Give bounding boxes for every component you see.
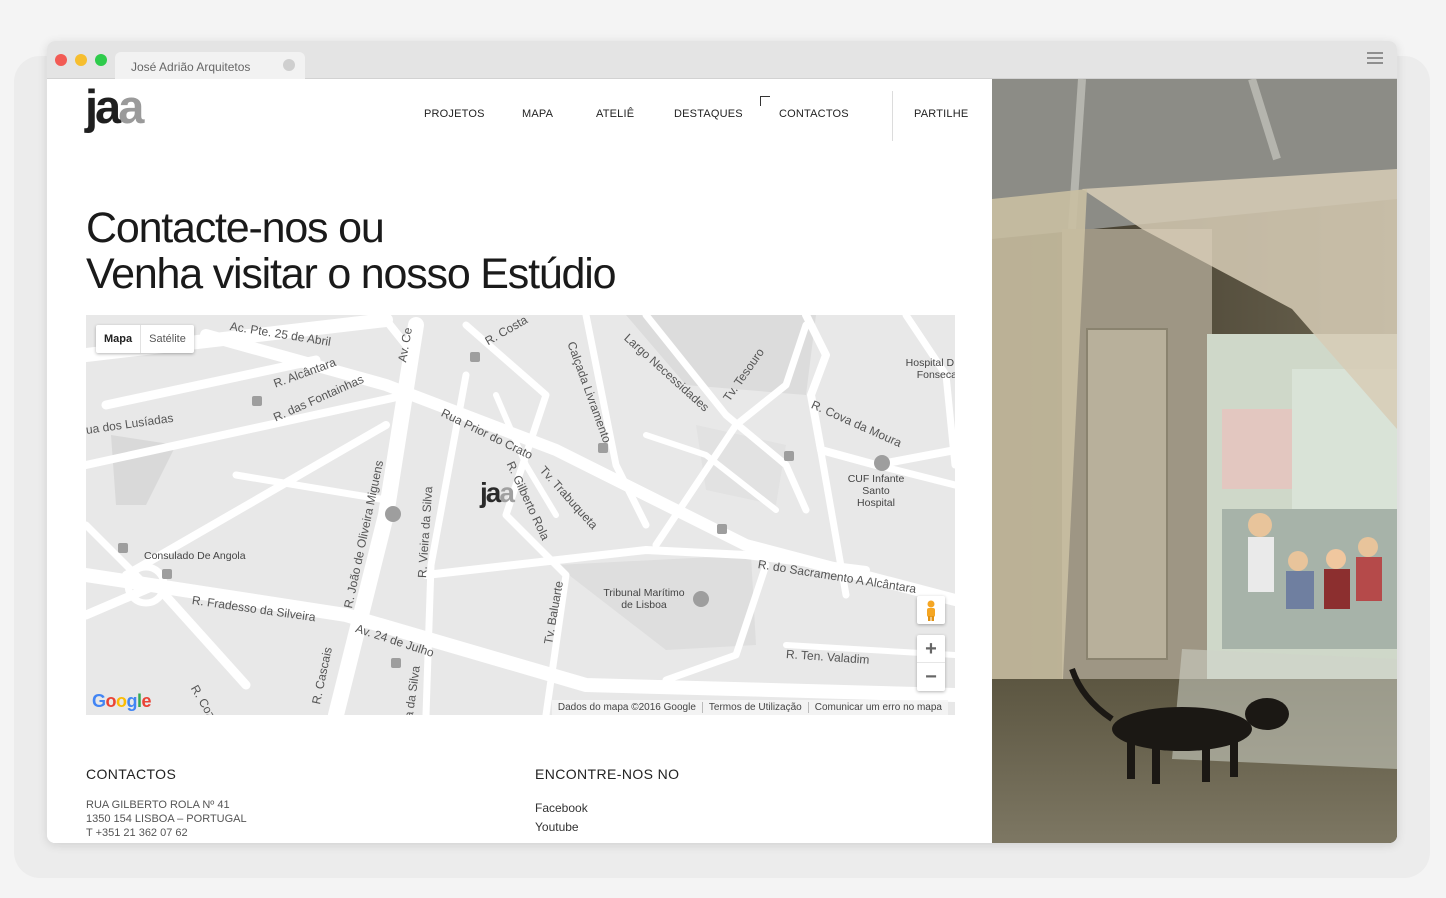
close-window-button[interactable] [55,54,67,66]
zoom-control: + − [917,635,945,691]
map-type-control: Mapa Satélite [96,325,194,353]
map-data-credit: Dados do mapa ©2016 Google [557,702,696,713]
browser-titlebar: José Adrião Arquitetos [47,41,1397,79]
tab-title: José Adrião Arquitetos [131,60,251,74]
nav-projetos[interactable]: PROJETOS [424,108,485,120]
page-title-line1: Contacte-nos ou [86,204,385,252]
map-report-link[interactable]: Comunicar um erro no mapa [807,702,948,713]
map-label: Hospital D. Fonseca [905,357,955,381]
map-marker-logo[interactable]: jaa [480,477,515,509]
page-title: Contacte-nos ou Venha visitar o nosso Es… [86,204,617,298]
site-logo[interactable]: jaa [85,83,144,130]
nav-destaques[interactable]: DESTAQUES [674,108,743,120]
nav-contactos[interactable]: CONTACTOS [779,108,849,120]
google-logo: Google [92,691,152,711]
page-content: jaa PROJETOS MAPA ATELIÊ DESTAQUES CONTA… [47,79,992,843]
address-line1: RUA GILBERTO ROLA Nº 41 [86,799,230,811]
map-type-map-button[interactable]: Mapa [96,325,142,353]
page-title-line2: Venha visitar o nosso Estúdio [86,250,617,298]
nav-partilhe[interactable]: PARTILHE [914,108,968,120]
browser-window: José Adrião Arquitetos jaa PROJETOS MAPA… [47,41,1397,843]
map-label: Consulado De Angola [144,550,246,562]
phone-number: T +351 21 362 07 62 [86,827,188,839]
mouse-cursor-icon [760,96,770,106]
map-label: Tribunal Marítimo de Lisboa [603,587,685,611]
social-title: ENCONTRE-NOS NO [535,766,680,782]
minimize-window-button[interactable] [75,54,87,66]
hamburger-menu-icon[interactable] [1367,52,1383,66]
map-terms-link[interactable]: Termos de Utilização [701,702,808,713]
map-label: CUF Infante Santo Hospital [847,473,905,509]
street-view-pegman-icon[interactable] [917,596,945,624]
zoom-in-button[interactable]: + [917,635,945,663]
studio-photo [992,79,1397,843]
youtube-link[interactable]: Youtube [535,818,588,837]
facebook-link[interactable]: Facebook [535,799,588,818]
nav-atelie[interactable]: ATELIÊ [596,108,634,120]
tab-close-icon[interactable] [283,59,295,71]
contact-address: RUA GILBERTO ROLA Nº 41 1350 154 LISBOA … [86,798,247,840]
map-type-satellite-button[interactable]: Satélite [141,325,194,353]
nav-mapa[interactable]: MAPA [522,108,553,120]
address-line2: 1350 154 LISBOA – PORTUGAL [86,813,247,825]
browser-tab[interactable]: José Adrião Arquitetos [115,52,305,79]
nav-divider [892,91,893,141]
google-map[interactable]: Mapa Satélite Ac. Pte. 25 de Abril R. Co… [86,315,955,715]
map-attribution: Dados do mapa ©2016 Google Termos de Uti… [551,700,948,715]
social-links: Facebook Youtube [535,799,588,837]
contacts-title: CONTACTOS [86,766,177,782]
maximize-window-button[interactable] [95,54,107,66]
zoom-out-button[interactable]: − [917,663,945,691]
